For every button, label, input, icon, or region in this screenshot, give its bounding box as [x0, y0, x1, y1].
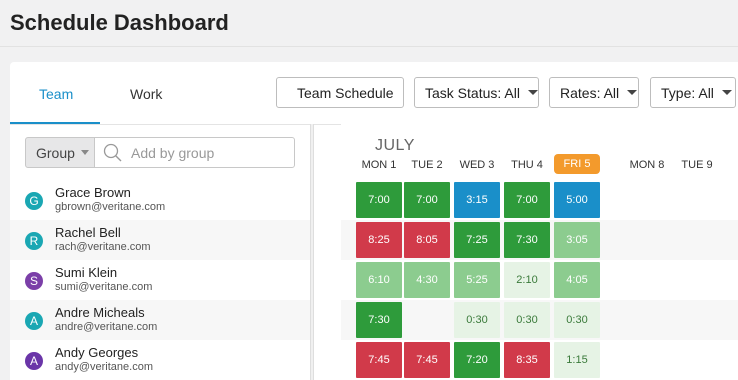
day-header: TUE 9 [681, 159, 713, 171]
schedule-card: Team Work Team Schedule Task Status: All… [10, 62, 738, 380]
schedule-cell[interactable]: 3:05 [554, 222, 600, 258]
avatar: A [25, 312, 43, 330]
group-search-input[interactable]: Add by group [94, 137, 295, 168]
person-name: Sumi Klein [55, 265, 118, 280]
schedule-cell[interactable]: 0:30 [554, 302, 600, 338]
person-email: rach@veritane.com [55, 241, 151, 253]
person-email: gbrown@veritane.com [55, 201, 166, 213]
avatar: R [25, 232, 43, 250]
panel-divider[interactable] [310, 124, 314, 380]
person-name: Andre Micheals [55, 305, 145, 320]
person-row[interactable]: S Sumi Klein sumi@veritane.com [10, 260, 310, 300]
person-name: Rachel Bell [55, 225, 121, 240]
schedule-cell[interactable]: 7:30 [504, 222, 550, 258]
search-placeholder: Add by group [131, 144, 215, 161]
tab-team[interactable]: Team [39, 86, 73, 102]
person-email: andy@veritane.com [55, 361, 153, 373]
schedule-cell[interactable]: 3:15 [454, 182, 500, 218]
schedule-cell[interactable]: 7:20 [454, 342, 500, 378]
group-select-label: Group [36, 144, 75, 161]
schedule-cell[interactable]: 7:30 [356, 302, 402, 338]
rates-label: Rates: All [560, 84, 620, 101]
schedule-cell[interactable]: 7:00 [504, 182, 550, 218]
schedule-cell[interactable]: 7:45 [356, 342, 402, 378]
rates-dropdown[interactable]: Rates: All [549, 77, 639, 108]
schedule-cell[interactable]: 2:10 [504, 262, 550, 298]
person-row[interactable]: A Andre Micheals andre@veritane.com [10, 300, 310, 340]
day-header: MON 1 [361, 159, 397, 171]
task-status-label: Task Status: All [425, 84, 520, 101]
schedule-cell[interactable]: 7:00 [356, 182, 402, 218]
person-row[interactable]: A Andy Georges andy@veritane.com [10, 340, 310, 380]
schedule-cell[interactable]: 4:30 [404, 262, 450, 298]
person-row[interactable]: G Grace Brown gbrown@veritane.com [10, 180, 310, 220]
avatar: A [25, 352, 43, 370]
schedule-cell[interactable]: 7:45 [404, 342, 450, 378]
page-title: Schedule Dashboard [10, 10, 229, 35]
month-label: JULY [375, 137, 415, 154]
chevron-down-icon [721, 90, 732, 95]
avatar: G [25, 192, 43, 210]
type-dropdown[interactable]: Type: All [650, 77, 736, 108]
day-header: FRI 5 [554, 154, 600, 174]
day-header: THU 4 [511, 159, 543, 171]
person-email: andre@veritane.com [55, 321, 158, 333]
day-header: WED 3 [459, 159, 495, 171]
schedule-cell[interactable]: 0:30 [454, 302, 500, 338]
schedule-cell[interactable]: 1:15 [554, 342, 600, 378]
day-header: MON 8 [629, 159, 665, 171]
schedule-cell[interactable]: 4:05 [554, 262, 600, 298]
tab-work[interactable]: Work [130, 86, 162, 102]
day-header: TUE 2 [411, 159, 443, 171]
task-status-dropdown[interactable]: Task Status: All [414, 77, 539, 108]
search-icon [103, 143, 122, 161]
schedule-cell[interactable]: 7:25 [454, 222, 500, 258]
type-label: Type: All [661, 84, 714, 101]
group-select[interactable]: Group [25, 137, 95, 168]
header-divider [0, 46, 738, 47]
schedule-cell[interactable]: 8:35 [504, 342, 550, 378]
chevron-down-icon [527, 90, 538, 95]
schedule-cell[interactable]: 8:25 [356, 222, 402, 258]
schedule-cell[interactable]: 7:00 [404, 182, 450, 218]
schedule-cell[interactable]: 5:00 [554, 182, 600, 218]
chevron-down-icon [80, 150, 89, 155]
person-name: Andy Georges [55, 345, 139, 360]
schedule-cell[interactable]: 0:30 [504, 302, 550, 338]
team-schedule-label: Team Schedule [297, 84, 394, 101]
avatar: S [25, 272, 43, 290]
person-email: sumi@veritane.com [55, 281, 153, 293]
schedule-cell[interactable]: 6:10 [356, 262, 402, 298]
schedule-cell[interactable]: 8:05 [404, 222, 450, 258]
schedule-cell[interactable]: 5:25 [454, 262, 500, 298]
person-name: Grace Brown [55, 185, 131, 200]
chevron-down-icon [627, 90, 638, 95]
person-row[interactable]: R Rachel Bell rach@veritane.com [10, 220, 310, 260]
team-schedule-button[interactable]: Team Schedule [276, 77, 404, 108]
